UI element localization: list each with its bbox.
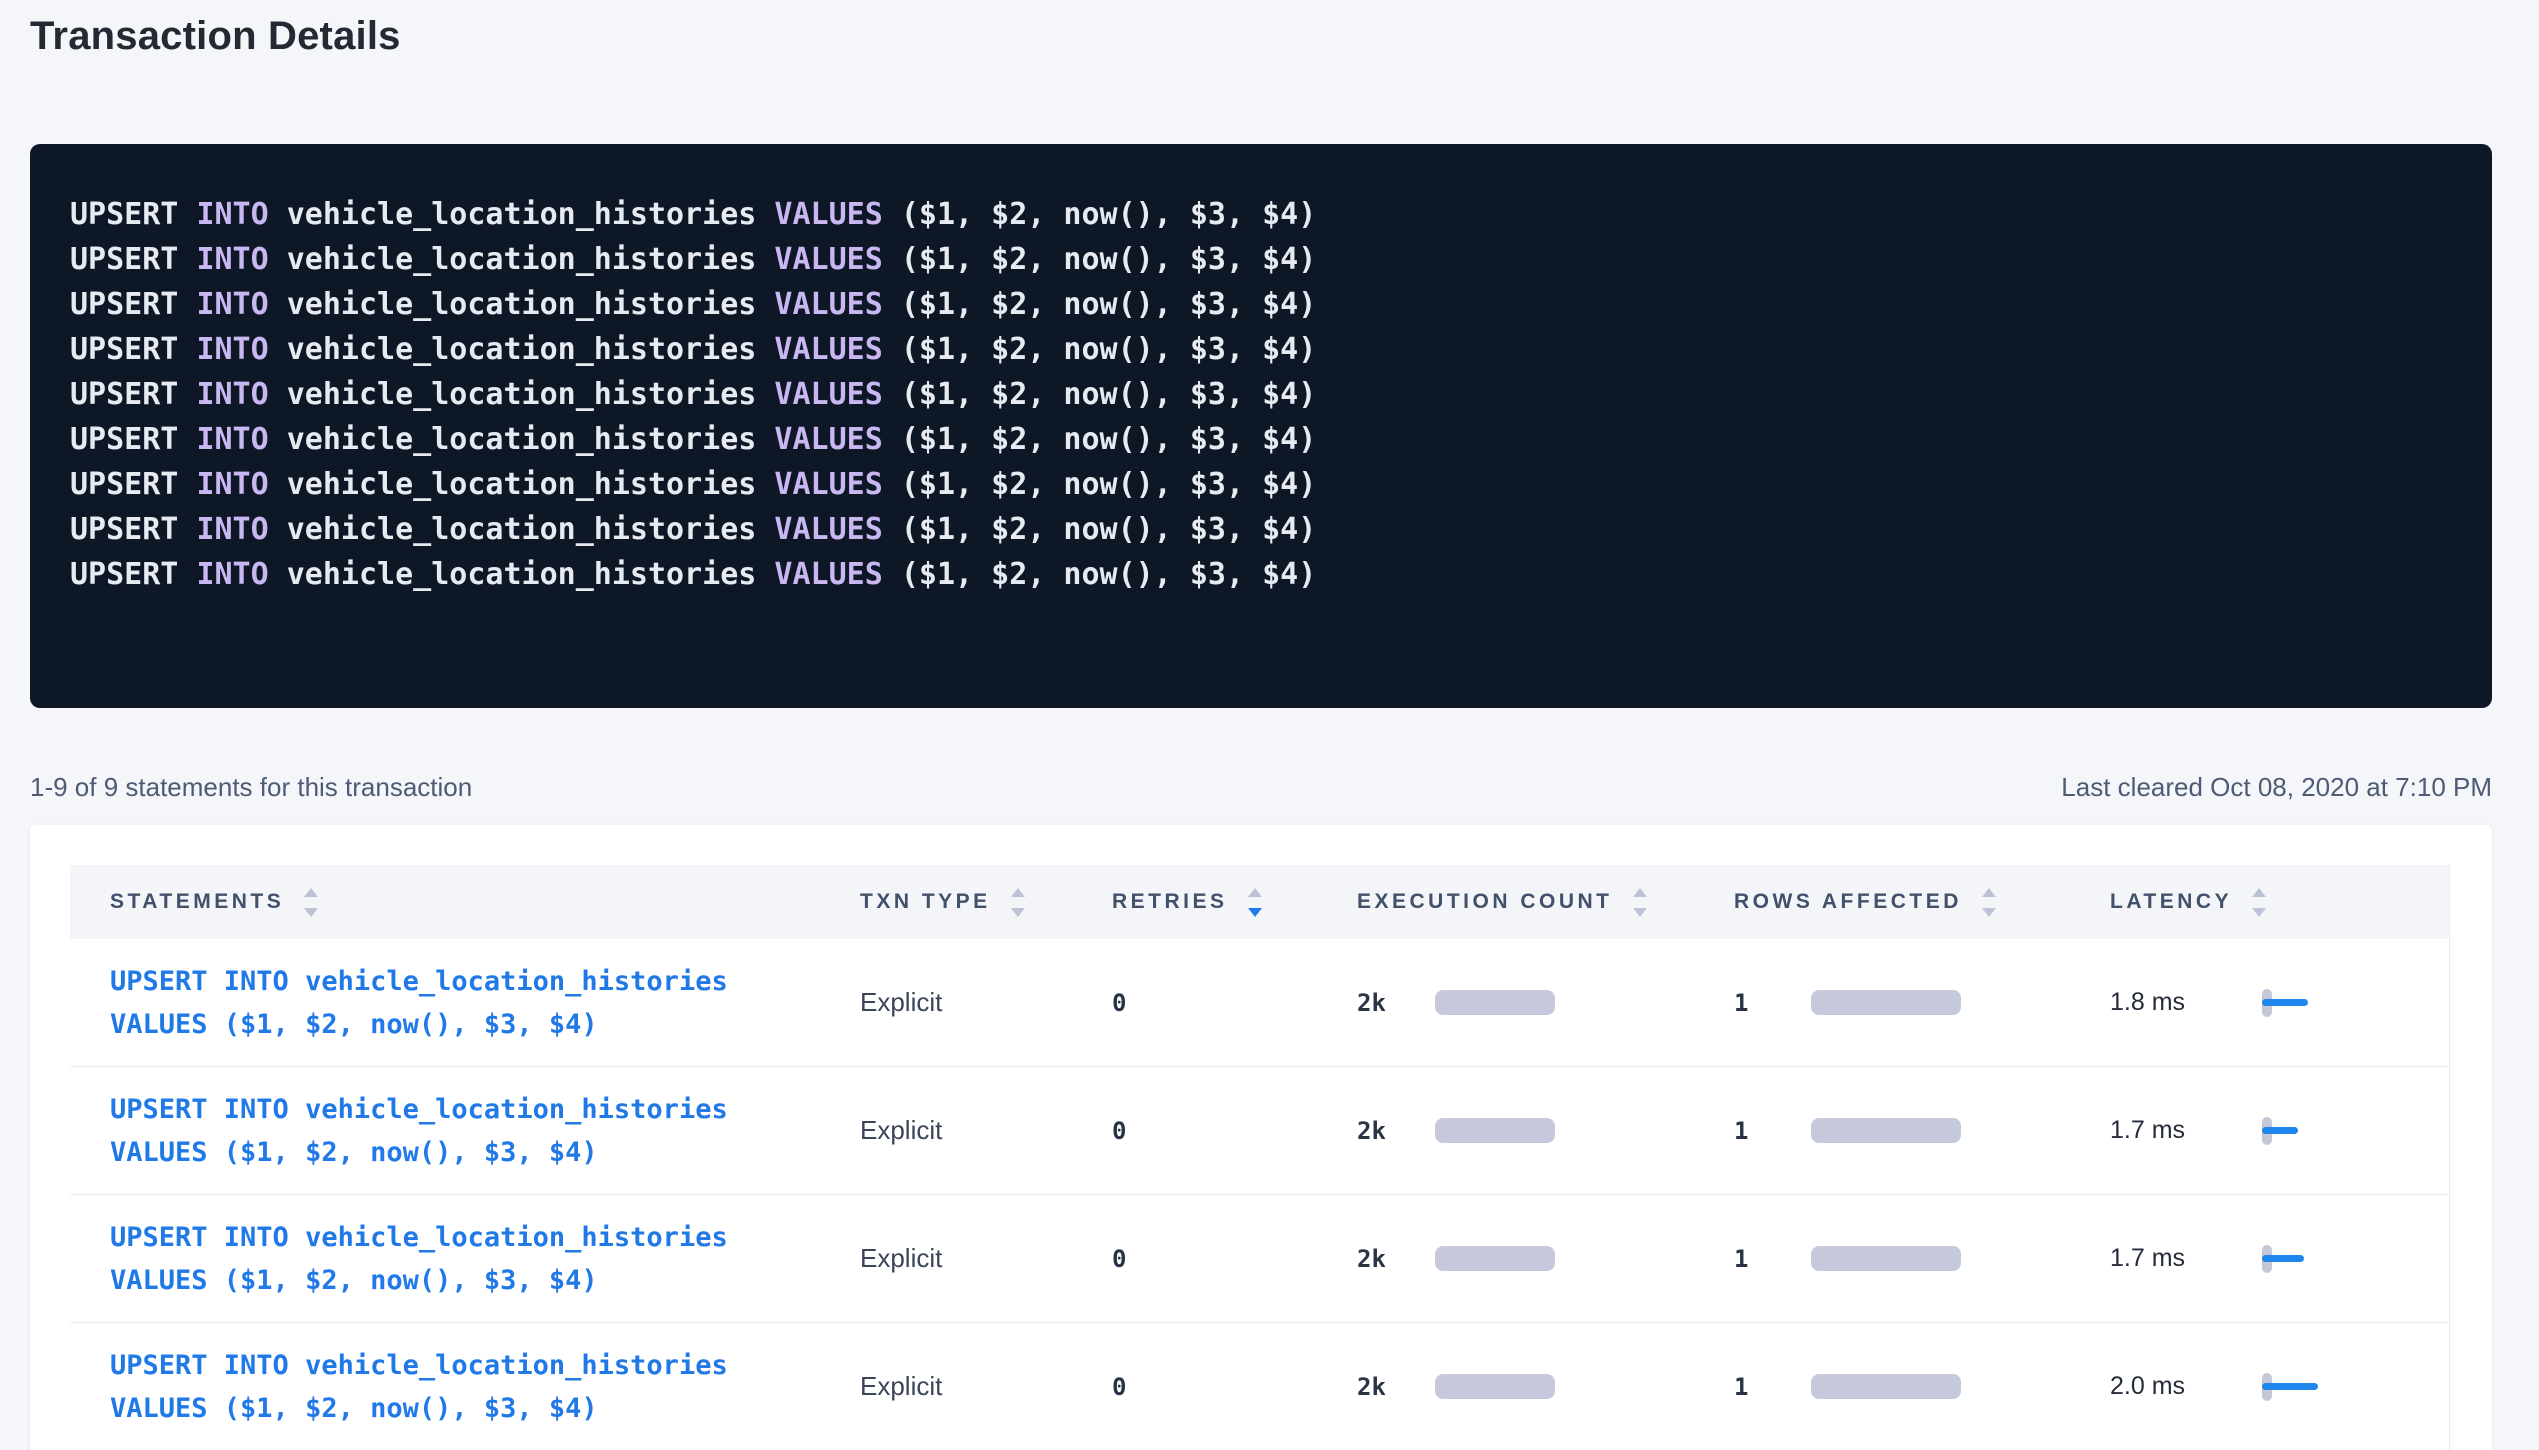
sort-asc-icon [304, 888, 318, 897]
sort-desc-icon [304, 908, 318, 917]
retries-cell: 0 [1112, 1245, 1357, 1273]
column-header-latency[interactable]: LATENCY [2110, 888, 2450, 917]
sort-asc-icon [1011, 888, 1025, 897]
sort-arrows-icon [1633, 888, 1647, 917]
sort-desc-icon [1633, 908, 1647, 917]
latency-bar-chart [2262, 1117, 2352, 1145]
statement-cell: UPSERT INTO vehicle_location_historiesVA… [70, 1088, 860, 1174]
sort-desc-icon [1248, 908, 1262, 917]
column-header-label: ROWS AFFECTED [1734, 890, 1962, 914]
statement-cell: UPSERT INTO vehicle_location_historiesVA… [70, 1344, 860, 1430]
sql-line: UPSERT INTO vehicle_location_histories V… [70, 237, 2452, 282]
status-bar: 1-9 of 9 statements for this transaction… [30, 770, 2492, 804]
execution-count: 2k [1357, 1245, 1734, 1273]
table-body: UPSERT INTO vehicle_location_historiesVA… [70, 939, 2449, 1450]
rows-affected-bar [1811, 1246, 1961, 1271]
statement-link[interactable]: UPSERT INTO vehicle_location_historiesVA… [110, 1344, 860, 1430]
execution-count-bar [1435, 1118, 1555, 1143]
execution-count: 2k [1357, 1373, 1734, 1401]
sort-desc-icon [1982, 908, 1996, 917]
column-header-label: STATEMENTS [110, 890, 284, 914]
statement-cell: UPSERT INTO vehicle_location_historiesVA… [70, 960, 860, 1046]
column-header-execution-count[interactable]: EXECUTION COUNT [1357, 888, 1734, 917]
sort-asc-icon [2252, 888, 2266, 897]
txn-type-cell: Explicit [860, 1371, 1112, 1402]
retries-cell: 0 [1112, 1117, 1357, 1145]
sql-line: UPSERT INTO vehicle_location_histories V… [70, 192, 2452, 237]
table-header-row: STATEMENTS TXN TYPE RETRIES EXECUTION COUNT… [70, 865, 2449, 939]
transaction-statements-code-block: UPSERT INTO vehicle_location_histories V… [30, 144, 2492, 708]
column-header-statements[interactable]: STATEMENTS [70, 888, 860, 917]
statement-row: UPSERT INTO vehicle_location_historiesVA… [70, 1067, 2449, 1195]
rows-affected: 1 [1734, 989, 2110, 1017]
statement-row: UPSERT INTO vehicle_location_historiesVA… [70, 1323, 2449, 1450]
rows-affected-bar [1811, 1374, 1961, 1399]
sql-line: UPSERT INTO vehicle_location_histories V… [70, 282, 2452, 327]
sort-arrows-icon [1011, 888, 1025, 917]
sql-line: UPSERT INTO vehicle_location_histories V… [70, 417, 2452, 462]
latency-bar [2262, 999, 2308, 1006]
sort-asc-icon [1248, 888, 1262, 897]
last-cleared-text: Last cleared Oct 08, 2020 at 7:10 PM [2061, 770, 2492, 804]
column-header-rows-affected[interactable]: ROWS AFFECTED [1734, 888, 2110, 917]
txn-type-cell: Explicit [860, 1243, 1112, 1274]
retries-cell: 0 [1112, 1373, 1357, 1401]
rows-affected: 1 [1734, 1117, 2110, 1145]
statement-cell: UPSERT INTO vehicle_location_historiesVA… [70, 1216, 860, 1302]
sort-desc-icon [1011, 908, 1025, 917]
latency-cell: 1.7 ms [2110, 1116, 2450, 1145]
latency-bar [2262, 1127, 2298, 1134]
latency-bar [2262, 1255, 2304, 1262]
column-header-retries[interactable]: RETRIES [1112, 888, 1357, 917]
execution-count: 2k [1357, 1117, 1734, 1145]
statement-row: UPSERT INTO vehicle_location_historiesVA… [70, 1195, 2449, 1323]
sql-line: UPSERT INTO vehicle_location_histories V… [70, 552, 2452, 597]
execution-count-bar [1435, 1374, 1555, 1399]
rows-affected-bar [1811, 1118, 1961, 1143]
sql-line: UPSERT INTO vehicle_location_histories V… [70, 372, 2452, 417]
txn-type-cell: Explicit [860, 987, 1112, 1018]
column-header-txn-type[interactable]: TXN TYPE [860, 888, 1112, 917]
rows-affected: 1 [1734, 1245, 2110, 1273]
latency-cell: 1.8 ms [2110, 988, 2450, 1017]
latency-bar-chart [2262, 989, 2352, 1017]
txn-type-cell: Explicit [860, 1115, 1112, 1146]
sql-line: UPSERT INTO vehicle_location_histories V… [70, 462, 2452, 507]
sql-statement-lines: UPSERT INTO vehicle_location_histories V… [70, 192, 2452, 597]
latency-cell: 2.0 ms [2110, 1372, 2450, 1401]
sort-asc-icon [1982, 888, 1996, 897]
execution-count: 2k [1357, 989, 1734, 1017]
statement-row: UPSERT INTO vehicle_location_historiesVA… [70, 939, 2449, 1067]
column-header-label: RETRIES [1112, 890, 1228, 914]
sql-line: UPSERT INTO vehicle_location_histories V… [70, 327, 2452, 372]
statements-count-text: 1-9 of 9 statements for this transaction [30, 770, 472, 804]
statements-table-card: STATEMENTS TXN TYPE RETRIES EXECUTION COUNT… [30, 825, 2492, 1450]
latency-bar [2262, 1383, 2318, 1390]
execution-count-bar [1435, 990, 1555, 1015]
sort-arrows-icon [1982, 888, 1996, 917]
column-header-label: EXECUTION COUNT [1357, 890, 1613, 914]
latency-cell: 1.7 ms [2110, 1244, 2450, 1273]
page-title: Transaction Details [30, 12, 401, 60]
execution-count-bar [1435, 1246, 1555, 1271]
sort-desc-icon [2252, 908, 2266, 917]
sort-arrows-icon [304, 888, 318, 917]
rows-affected: 1 [1734, 1373, 2110, 1401]
column-header-label: TXN TYPE [860, 890, 991, 914]
column-header-label: LATENCY [2110, 890, 2232, 914]
rows-affected-bar [1811, 990, 1961, 1015]
statements-table: STATEMENTS TXN TYPE RETRIES EXECUTION COUNT… [70, 865, 2450, 1450]
sort-asc-icon [1633, 888, 1647, 897]
sql-line: UPSERT INTO vehicle_location_histories V… [70, 507, 2452, 552]
statement-link[interactable]: UPSERT INTO vehicle_location_historiesVA… [110, 960, 860, 1046]
latency-bar-chart [2262, 1245, 2352, 1273]
sort-arrows-icon [1248, 888, 1262, 917]
statement-link[interactable]: UPSERT INTO vehicle_location_historiesVA… [110, 1216, 860, 1302]
retries-cell: 0 [1112, 989, 1357, 1017]
latency-bar-chart [2262, 1373, 2352, 1401]
statement-link[interactable]: UPSERT INTO vehicle_location_historiesVA… [110, 1088, 860, 1174]
sort-arrows-icon [2252, 888, 2266, 917]
